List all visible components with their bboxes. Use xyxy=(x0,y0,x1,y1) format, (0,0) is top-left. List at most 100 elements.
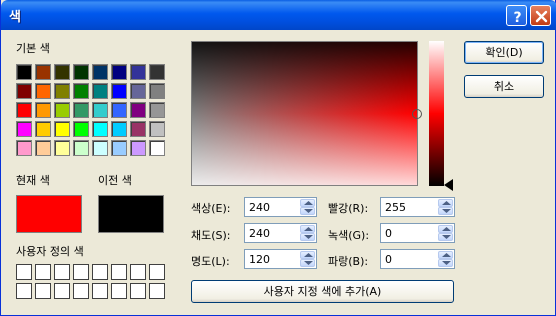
add-custom-color-button[interactable]: 사용자 지정 색에 추가(A) xyxy=(191,280,454,303)
spin-up-icon[interactable] xyxy=(300,199,315,207)
basic-color-swatch[interactable] xyxy=(73,102,89,118)
red-spinner[interactable] xyxy=(438,199,453,215)
blue-input[interactable]: 0 xyxy=(380,249,455,269)
luminance-value: 120 xyxy=(249,253,270,266)
custom-color-swatch[interactable] xyxy=(35,283,51,299)
spin-down-icon[interactable] xyxy=(438,207,453,215)
basic-color-swatch[interactable] xyxy=(54,64,70,80)
basic-color-swatch[interactable] xyxy=(130,121,146,137)
luminance-spinner[interactable] xyxy=(300,251,315,267)
red-label: 빨강(R): xyxy=(328,202,369,215)
basic-color-swatch[interactable] xyxy=(92,64,108,80)
basic-color-swatch[interactable] xyxy=(35,121,51,137)
spin-down-icon[interactable] xyxy=(300,207,315,215)
green-input[interactable]: 0 xyxy=(380,223,455,243)
custom-color-swatch[interactable] xyxy=(54,283,70,299)
saturation-label: 채도(S): xyxy=(191,229,231,242)
green-label: 녹색(G): xyxy=(328,229,370,242)
basic-color-swatch[interactable] xyxy=(73,121,89,137)
close-button[interactable] xyxy=(530,5,551,26)
blue-spinner[interactable] xyxy=(438,251,453,267)
basic-color-swatch[interactable] xyxy=(111,140,127,156)
custom-color-swatch[interactable] xyxy=(130,283,146,299)
basic-color-swatch[interactable] xyxy=(35,83,51,99)
custom-color-swatch[interactable] xyxy=(92,283,108,299)
title-bar: 색 ? xyxy=(1,0,556,30)
basic-color-swatch[interactable] xyxy=(111,83,127,99)
basic-color-swatch[interactable] xyxy=(130,102,146,118)
luminance-arrow-icon[interactable] xyxy=(444,179,453,191)
basic-color-swatch[interactable] xyxy=(54,102,70,118)
spin-down-icon[interactable] xyxy=(300,233,315,241)
hue-spinner[interactable] xyxy=(300,199,315,215)
basic-color-swatch[interactable] xyxy=(16,121,32,137)
basic-color-swatch[interactable] xyxy=(149,64,165,80)
basic-color-swatch[interactable] xyxy=(130,64,146,80)
basic-color-swatch[interactable] xyxy=(35,64,51,80)
basic-color-swatch[interactable] xyxy=(92,140,108,156)
basic-color-swatch[interactable] xyxy=(149,83,165,99)
custom-color-swatch[interactable] xyxy=(111,283,127,299)
hue-input[interactable]: 240 xyxy=(244,197,317,217)
red-input[interactable]: 255 xyxy=(380,197,455,217)
basic-color-swatch[interactable] xyxy=(35,140,51,156)
custom-color-swatch[interactable] xyxy=(149,264,165,280)
saturation-spinner[interactable] xyxy=(300,225,315,241)
basic-color-swatch[interactable] xyxy=(73,64,89,80)
basic-color-swatch[interactable] xyxy=(35,102,51,118)
custom-color-swatch[interactable] xyxy=(73,264,89,280)
basic-color-swatch[interactable] xyxy=(111,121,127,137)
basic-color-swatch[interactable] xyxy=(16,64,32,80)
basic-color-swatch[interactable] xyxy=(73,83,89,99)
basic-color-swatch[interactable] xyxy=(73,140,89,156)
saturation-input[interactable]: 240 xyxy=(244,223,317,243)
blue-value: 0 xyxy=(385,253,392,266)
previous-color-label: 이전 색 xyxy=(98,174,132,187)
spin-down-icon[interactable] xyxy=(438,233,453,241)
basic-color-swatch[interactable] xyxy=(16,83,32,99)
custom-color-swatch[interactable] xyxy=(92,264,108,280)
spin-up-icon[interactable] xyxy=(300,225,315,233)
basic-color-swatch[interactable] xyxy=(16,140,32,156)
custom-color-swatch[interactable] xyxy=(35,264,51,280)
basic-color-swatch[interactable] xyxy=(92,83,108,99)
spin-down-icon[interactable] xyxy=(300,259,315,267)
basic-color-swatch[interactable] xyxy=(130,83,146,99)
cancel-button[interactable]: 취소 xyxy=(464,75,544,98)
basic-color-swatch[interactable] xyxy=(16,102,32,118)
spin-down-icon[interactable] xyxy=(438,259,453,267)
spin-up-icon[interactable] xyxy=(438,225,453,233)
basic-color-swatch[interactable] xyxy=(149,102,165,118)
spectrum-crosshair[interactable] xyxy=(412,109,422,119)
custom-color-swatch[interactable] xyxy=(111,264,127,280)
luminance-slider[interactable] xyxy=(429,41,444,186)
help-button[interactable]: ? xyxy=(506,5,527,26)
close-icon xyxy=(535,10,548,23)
basic-color-swatch[interactable] xyxy=(149,121,165,137)
basic-color-swatch[interactable] xyxy=(111,64,127,80)
basic-color-swatch[interactable] xyxy=(130,140,146,156)
custom-color-swatch[interactable] xyxy=(149,283,165,299)
ok-button[interactable]: 확인(D) xyxy=(464,41,544,64)
hue-value: 240 xyxy=(249,201,270,214)
basic-color-swatch[interactable] xyxy=(92,102,108,118)
basic-color-swatch[interactable] xyxy=(54,83,70,99)
spin-up-icon[interactable] xyxy=(300,251,315,259)
green-spinner[interactable] xyxy=(438,225,453,241)
custom-color-swatch[interactable] xyxy=(130,264,146,280)
basic-color-swatch[interactable] xyxy=(149,140,165,156)
color-spectrum[interactable] xyxy=(191,41,418,186)
custom-color-swatch[interactable] xyxy=(73,283,89,299)
luminance-input[interactable]: 120 xyxy=(244,249,317,269)
luminance-label: 명도(L): xyxy=(191,255,230,268)
spin-up-icon[interactable] xyxy=(438,251,453,259)
help-icon: ? xyxy=(513,10,521,26)
basic-color-swatch[interactable] xyxy=(92,121,108,137)
spin-up-icon[interactable] xyxy=(438,199,453,207)
custom-color-swatch[interactable] xyxy=(16,264,32,280)
custom-color-swatch[interactable] xyxy=(54,264,70,280)
basic-color-swatch[interactable] xyxy=(111,102,127,118)
basic-color-swatch[interactable] xyxy=(54,140,70,156)
custom-color-swatch[interactable] xyxy=(16,283,32,299)
basic-color-swatch[interactable] xyxy=(54,121,70,137)
